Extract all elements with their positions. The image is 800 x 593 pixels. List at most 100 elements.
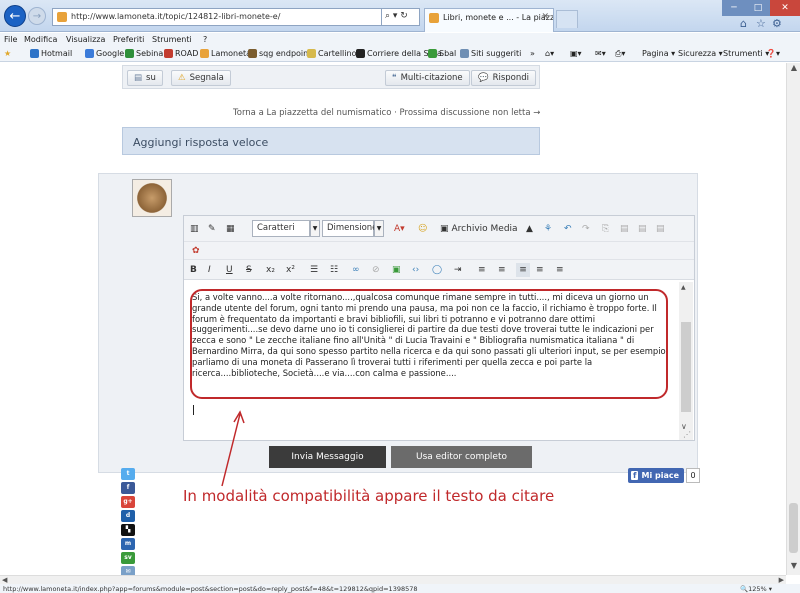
mail-icon[interactable]: ✉▾	[595, 49, 606, 58]
twitter-icon[interactable]: t	[121, 468, 135, 480]
fav-road[interactable]: ROAD	[164, 49, 198, 58]
page-scrollbar[interactable]: ▲ ▼	[786, 63, 800, 575]
menu-preferiti[interactable]: Preferiti	[113, 35, 144, 44]
paste-icon[interactable]: ▤	[620, 222, 629, 236]
fav-google[interactable]: Google	[85, 49, 124, 58]
reply-button[interactable]: 💬 Rispondi	[471, 70, 537, 86]
editor-scrollbar[interactable]: ▲ ∨	[679, 282, 693, 440]
size-select[interactable]: Dimensione	[322, 220, 377, 237]
segnala-button[interactable]: ⚠ Segnala	[171, 70, 231, 86]
scroll-right-icon[interactable]: ▶	[779, 576, 784, 584]
italic-icon[interactable]: I	[208, 263, 211, 277]
scroll-up-icon[interactable]: ▲	[787, 63, 800, 77]
back-button[interactable]: ←	[4, 5, 26, 27]
superscript-icon[interactable]: x²	[286, 263, 295, 277]
subscript-icon[interactable]: x₂	[266, 263, 275, 277]
home-command-icon[interactable]: ⌂▾	[545, 49, 554, 58]
emoticon-icon[interactable]: ☺	[418, 222, 427, 236]
menu-modifica[interactable]: Modifica	[24, 35, 57, 44]
tab-close-icon[interactable]: ✕	[541, 12, 549, 22]
spoiler-icon[interactable]: ▲	[526, 222, 533, 236]
page-scroll-thumb[interactable]	[789, 503, 798, 553]
bold-icon[interactable]: B	[190, 263, 197, 277]
table-icon[interactable]: ▦	[226, 222, 235, 236]
align-full-icon[interactable]: ≡	[556, 263, 564, 277]
full-editor-button[interactable]: Usa editor completo	[391, 446, 532, 468]
code-icon[interactable]: ‹›	[412, 263, 419, 277]
horizontal-scrollbar[interactable]: ◀ ▶	[0, 575, 786, 584]
fav-sebina[interactable]: Sebina	[125, 49, 163, 58]
link-icon[interactable]: ∞	[352, 263, 360, 277]
align-left-icon[interactable]: ≡	[478, 263, 486, 277]
topic-navigation[interactable]: Torna a La piazzetta del numismatico · P…	[233, 108, 540, 118]
media-archive-button[interactable]: ▣ Archivio Media	[440, 222, 520, 236]
home-icon[interactable]: ⌂	[740, 17, 747, 30]
close-window-button[interactable]: ✕	[770, 0, 800, 16]
multi-quote-button[interactable]: ❝ Multi-citazione	[385, 70, 470, 86]
su-button[interactable]: ▤ su	[127, 70, 163, 86]
paste-text-icon[interactable]: ▤	[638, 222, 647, 236]
strikethrough-icon[interactable]: S	[246, 263, 252, 277]
fav-sqg-endpoint[interactable]: sqg endpoint	[248, 49, 311, 58]
email-share-icon[interactable]: ✉	[121, 566, 135, 575]
menu-visualizza[interactable]: Visualizza	[66, 35, 105, 44]
zoom-level[interactable]: 🔍125% ▾	[740, 585, 772, 593]
address-tools[interactable]: ⌕ ▾ ↻	[382, 8, 420, 26]
stumble-icon[interactable]: sv	[121, 552, 135, 564]
fav-cartellino[interactable]: Cartellino	[307, 49, 356, 58]
quote-icon[interactable]: ◯	[432, 263, 442, 277]
numbered-list-icon[interactable]: ☷	[330, 263, 338, 277]
myspace-icon[interactable]: m	[121, 538, 135, 550]
address-bar[interactable]: http://www.lamoneta.it/topic/124812-libr…	[52, 8, 382, 26]
print-icon[interactable]: ⎙▾	[615, 49, 625, 59]
favorites-star-button[interactable]: ★	[4, 49, 11, 58]
command-sicurezza[interactable]: Sicurezza ▾	[678, 49, 723, 58]
fav-siti-suggeriti[interactable]: Siti suggeriti	[460, 49, 521, 58]
help-icon[interactable]: ❓▾	[766, 49, 780, 58]
image-icon[interactable]: ▣	[392, 263, 401, 277]
gear-icon[interactable]: ⚙	[772, 17, 782, 30]
maximize-button[interactable]: □	[746, 0, 770, 16]
size-select-chevron-down-icon[interactable]: ▼	[374, 220, 384, 237]
google-plus-icon[interactable]: g+	[121, 496, 135, 508]
fav-hotmail[interactable]: Hotmail	[30, 49, 72, 58]
font-select-chevron-down-icon[interactable]: ▼	[310, 220, 320, 237]
editor-scroll-thumb[interactable]	[681, 322, 691, 412]
digg-icon[interactable]: ▚	[121, 524, 135, 536]
fav-lamoneta[interactable]: Lamoneta	[200, 49, 251, 58]
align-center-icon[interactable]: ≡	[498, 263, 506, 277]
minimize-button[interactable]: ─	[722, 0, 746, 16]
rss-icon[interactable]: ▣▾	[570, 49, 582, 58]
undo-icon[interactable]: ↶	[564, 222, 572, 236]
send-message-button[interactable]: Invia Messaggio	[269, 446, 386, 468]
scroll-left-icon[interactable]: ◀	[2, 576, 7, 584]
text-color-icon[interactable]: A▾	[394, 222, 405, 236]
facebook-share-icon[interactable]: f	[121, 482, 135, 494]
forward-button[interactable]: →	[28, 7, 46, 25]
new-tab-button[interactable]	[556, 10, 578, 28]
favorites-star-icon[interactable]: ☆	[756, 17, 766, 30]
menu-help[interactable]: ?	[203, 35, 207, 44]
spellcheck-icon[interactable]: ✿	[192, 244, 200, 258]
font-select[interactable]: Caratteri	[252, 220, 310, 237]
menu-strumenti[interactable]: Strumenti	[152, 35, 192, 44]
paste-word-icon[interactable]: ▤	[656, 222, 665, 236]
align-right-icon[interactable]: ≡	[536, 263, 544, 277]
fav-sbal[interactable]: Sbal	[428, 49, 456, 58]
facebook-like-button[interactable]: f Mi piace	[628, 468, 684, 483]
align-justify-icon[interactable]: ≡	[516, 263, 530, 277]
underline-icon[interactable]: U	[226, 263, 233, 277]
chevron-right-icon[interactable]: »	[530, 49, 535, 58]
browser-tab-active[interactable]: Libri, monete e ... - La piazz... ✕	[424, 8, 554, 32]
source-icon[interactable]: ▥	[190, 222, 199, 236]
resize-grip-icon[interactable]: ⋰	[683, 430, 691, 439]
command-pagina[interactable]: Pagina ▾	[642, 49, 675, 58]
command-strumenti[interactable]: Strumenti ▾	[723, 49, 769, 58]
bullet-list-icon[interactable]: ☰	[310, 263, 318, 277]
unlink-icon[interactable]: ⊘	[372, 263, 380, 277]
scroll-down-icon[interactable]: ▼	[787, 561, 800, 575]
delicious-icon[interactable]: d	[121, 510, 135, 522]
eraser-icon[interactable]: ✎	[208, 222, 216, 236]
indent-icon[interactable]: ⇥	[454, 263, 462, 277]
editor-scroll-up-icon[interactable]: ▲	[681, 284, 686, 291]
